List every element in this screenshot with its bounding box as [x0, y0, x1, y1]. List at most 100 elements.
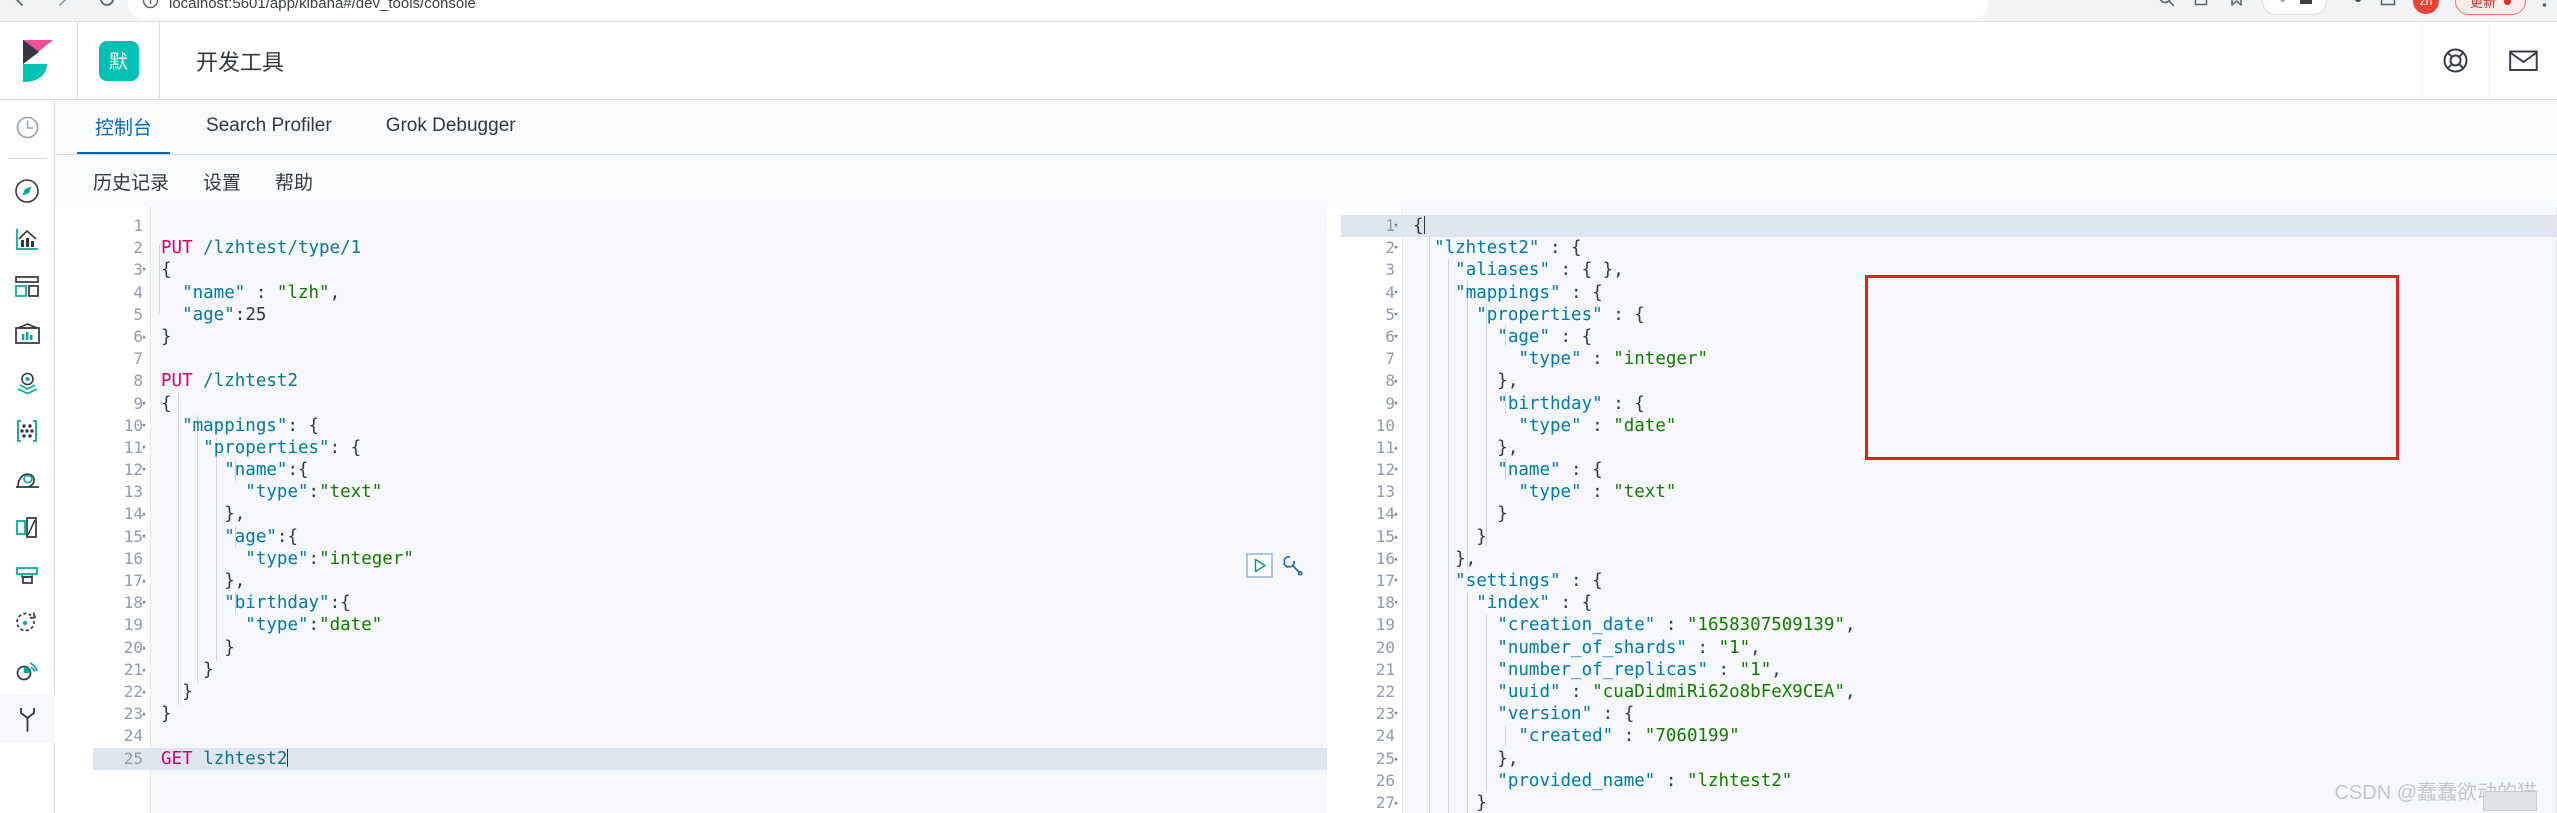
fold-toggle-icon[interactable]: ▾ — [138, 393, 150, 415]
fold-toggle-icon[interactable]: ▾ — [138, 592, 150, 614]
chrome-menu-icon[interactable] — [2542, 0, 2547, 13]
sidebar-item-canvas[interactable] — [0, 311, 55, 359]
window-icon[interactable] — [2379, 0, 2397, 13]
code-line[interactable]: 24 "created" : "7060199" — [1341, 725, 2557, 747]
code-line[interactable]: 25 GET lzhtest2 — [93, 747, 1327, 770]
code-line[interactable]: 19 "creation_date" : "1658307509139", — [1341, 614, 2557, 636]
fold-toggle-icon[interactable]: ▾ — [1390, 703, 1402, 725]
code-line[interactable]: 4 ▾ "mappings" : { — [1341, 282, 2557, 304]
fold-toggle-icon[interactable]: ▾ — [1390, 326, 1402, 348]
fold-toggle-icon[interactable]: ▴ — [1390, 548, 1402, 570]
pane-divider[interactable] — [1327, 207, 1341, 813]
code-line[interactable]: 21 "number_of_replicas" : "1", — [1341, 659, 2557, 681]
fold-toggle-icon[interactable]: ▴ — [138, 703, 150, 725]
share-icon[interactable] — [2192, 0, 2211, 13]
code-line[interactable]: 6 ▾ "age" : { — [1341, 326, 2557, 348]
fold-toggle-icon[interactable]: ▴ — [138, 570, 150, 592]
sidebar-item-machine-learning[interactable] — [0, 455, 55, 503]
search-icon[interactable] — [2157, 0, 2176, 13]
code-line[interactable]: 6 ▴} — [93, 326, 1327, 348]
sidebar-item-graph[interactable] — [0, 407, 55, 455]
code-line[interactable]: 14 ▴ } — [1341, 503, 2557, 525]
code-line[interactable]: 19 "type":"date" — [93, 614, 1327, 636]
space-selector[interactable]: 默 — [78, 21, 160, 100]
code-line[interactable]: 11 ▾ "properties": { — [93, 437, 1327, 459]
kibana-logo[interactable] — [0, 21, 78, 100]
code-line[interactable]: 1 — [93, 215, 1327, 237]
address-bar[interactable]: localhost:5601/app/kibana#/dev_tools/con… — [128, 0, 1988, 20]
code-line[interactable]: 5 ▾ "properties" : { — [1341, 304, 2557, 326]
code-line[interactable]: 10 ▾ "mappings": { — [93, 415, 1327, 437]
fold-toggle-icon[interactable]: ▾ — [1390, 304, 1402, 326]
help-button[interactable]: 帮助 — [275, 168, 313, 195]
extensions-icon[interactable] — [2343, 0, 2363, 14]
code-line[interactable]: 12 ▾ "name":{ — [93, 459, 1327, 481]
code-line[interactable]: 7 "type" : "integer" — [1341, 348, 2557, 370]
fold-toggle-icon[interactable]: ▴ — [1390, 748, 1402, 770]
code-line[interactable]: 18 ▾ "index" : { — [1341, 592, 2557, 614]
code-line[interactable]: 14 ▴ }, — [93, 503, 1327, 525]
code-line[interactable]: 22 ▴ } — [93, 681, 1327, 703]
avatar[interactable]: zh — [2412, 0, 2439, 14]
sidebar-item-visualize[interactable] — [0, 215, 55, 263]
sidebar-item-recently-viewed[interactable] — [0, 100, 55, 154]
code-line[interactable]: 5 "age":25 — [93, 304, 1327, 326]
code-line[interactable]: 12 ▾ "name" : { — [1341, 459, 2557, 481]
fold-toggle-icon[interactable]: ▾ — [1390, 393, 1402, 415]
fold-toggle-icon[interactable]: ▾ — [1390, 282, 1402, 304]
bookmark-icon[interactable] — [2227, 0, 2246, 13]
fold-toggle-icon[interactable]: ▾ — [1390, 592, 1402, 614]
code-line[interactable]: 13 "type" : "text" — [1341, 481, 2557, 503]
site-info-icon[interactable] — [142, 0, 159, 14]
fold-toggle-icon[interactable]: ▾ — [1390, 459, 1402, 481]
forward-arrow-icon[interactable] — [52, 0, 74, 10]
tab-console[interactable]: 控制台 — [77, 100, 171, 154]
code-line[interactable]: 2 ▾ "lzhtest2" : { — [1341, 237, 2557, 259]
code-line[interactable]: 20 "number_of_shards" : "1", — [1341, 637, 2557, 659]
sidebar-item-apm[interactable] — [0, 503, 55, 551]
code-line[interactable]: 9 ▾ "birthday" : { — [1341, 393, 2557, 415]
fold-toggle-icon[interactable]: ▴ — [1390, 526, 1402, 548]
fold-toggle-icon[interactable]: ▴ — [138, 503, 150, 525]
code-line[interactable]: 9 ▾{ — [93, 393, 1327, 415]
fold-toggle-icon[interactable]: ▾ — [1390, 215, 1402, 237]
request-editor[interactable]: 1 2 PUT /lzhtest/type/1 3 ▾{4 "name" : "lzh"… — [93, 207, 1327, 813]
tab-grok-debugger[interactable]: Grok Debugger — [368, 100, 534, 154]
sidebar-item-monitoring[interactable] — [0, 647, 55, 695]
fold-toggle-icon[interactable]: ▾ — [138, 526, 150, 548]
sidebar-item-uptime[interactable] — [0, 551, 55, 599]
home-icon[interactable] — [2298, 0, 2314, 12]
code-line[interactable]: 17 ▾ "settings" : { — [1341, 570, 2557, 592]
fold-toggle-icon[interactable]: ▴ — [1390, 792, 1402, 813]
fold-toggle-icon[interactable]: ▴ — [138, 326, 150, 348]
fold-toggle-icon[interactable]: ▾ — [138, 459, 150, 481]
code-line[interactable]: 15 ▴ } — [1341, 526, 2557, 548]
code-line[interactable]: 3 "aliases" : { }, — [1341, 259, 2557, 281]
code-line[interactable]: 18 ▾ "birthday":{ — [93, 592, 1327, 614]
code-line[interactable]: 16 "type":"integer" — [93, 548, 1327, 570]
sidebar-item-maps[interactable] — [0, 359, 55, 407]
fold-toggle-icon[interactable]: ▾ — [1390, 237, 1402, 259]
fold-toggle-icon[interactable]: ▴ — [138, 681, 150, 703]
sidebar-item-dashboard[interactable] — [0, 263, 55, 311]
fold-toggle-icon[interactable]: ▴ — [138, 637, 150, 659]
help-ring-icon[interactable] — [2421, 21, 2489, 100]
code-line[interactable]: 10 "type" : "date" — [1341, 415, 2557, 437]
fold-toggle-icon[interactable]: ▾ — [138, 415, 150, 437]
code-line[interactable]: 15 ▾ "age":{ — [93, 526, 1327, 548]
fold-toggle-icon[interactable]: ▾ — [138, 259, 150, 281]
sidebar-item-dev-tools[interactable] — [0, 695, 55, 743]
request-actions-menu[interactable] — [1279, 552, 1305, 578]
sidebar-item-siem[interactable] — [0, 599, 55, 647]
code-line[interactable]: 8 ▴ }, — [1341, 370, 2557, 392]
response-viewer[interactable]: 1 ▾{2 ▾ "lzhtest2" : {3 "aliases" : { }, 4 ▾… — [1341, 207, 2557, 813]
download-icon[interactable] — [2275, 0, 2290, 11]
code-line[interactable]: 1 ▾{ — [1341, 215, 2557, 238]
request-code[interactable]: 1 2 PUT /lzhtest/type/1 3 ▾{4 "name" : "lzh"… — [93, 215, 1327, 770]
code-line[interactable]: 16 ▴ }, — [1341, 548, 2557, 570]
code-line[interactable]: 23 ▴} — [93, 703, 1327, 725]
update-button[interactable]: 更新 — [2454, 0, 2526, 15]
code-line[interactable]: 3 ▾{ — [93, 259, 1327, 281]
code-line[interactable]: 13 "type":"text" — [93, 481, 1327, 503]
play-request-button[interactable] — [1246, 552, 1273, 578]
